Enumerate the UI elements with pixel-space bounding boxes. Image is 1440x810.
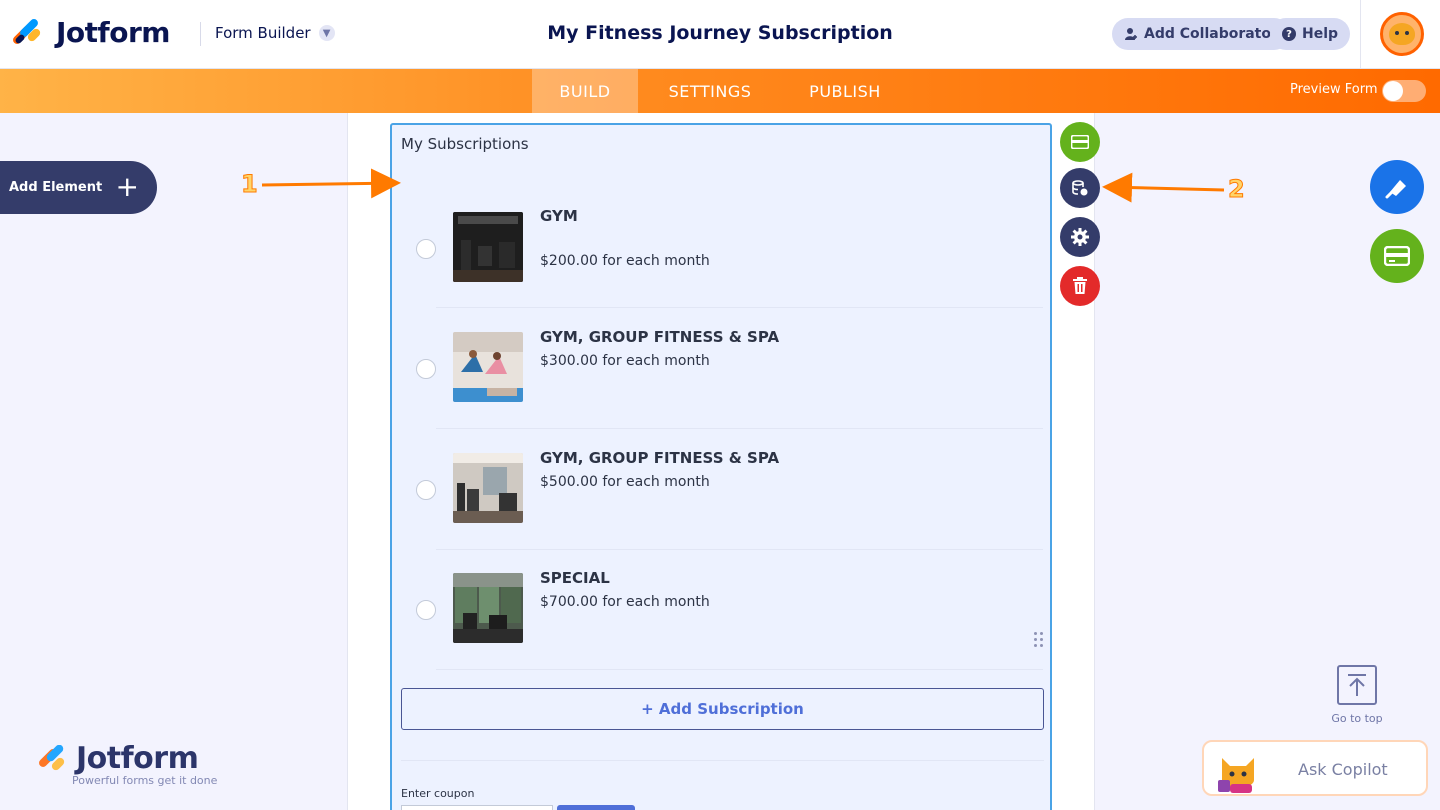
jotform-logo-icon xyxy=(11,16,46,48)
subscription-item[interactable]: GYM, GROUP FITNESS & SPA $500.00 for eac… xyxy=(416,430,1043,550)
subscription-radio[interactable] xyxy=(416,359,436,379)
logo-text: Jotform xyxy=(56,16,170,49)
builder-nav: BUILD SETTINGS PUBLISH Preview Form xyxy=(0,69,1440,113)
top-header: Jotform Form Builder ▼ My Fitness Journe… xyxy=(0,0,1440,69)
footer-tagline: Powerful forms get it done xyxy=(72,774,218,787)
gym-image xyxy=(453,212,523,282)
payment-settings-button[interactable] xyxy=(1060,122,1100,162)
subscription-item[interactable]: GYM $200.00 for each month xyxy=(416,188,1043,308)
subscription-name: GYM, GROUP FITNESS & SPA xyxy=(540,449,780,467)
tab-settings[interactable]: SETTINGS xyxy=(650,69,770,113)
preview-form-toggle[interactable] xyxy=(1382,80,1426,102)
subscription-price: $300.00 for each month xyxy=(540,353,710,369)
add-subscription-button[interactable]: + Add Subscription xyxy=(401,688,1044,730)
field-label[interactable]: My Subscriptions xyxy=(401,135,529,153)
subscription-radio[interactable] xyxy=(416,239,436,259)
payment-properties-button[interactable] xyxy=(1370,229,1424,283)
avatar[interactable] xyxy=(1380,12,1424,56)
form-builder-label: Form Builder xyxy=(215,24,311,42)
jotform-logo-icon xyxy=(39,745,65,771)
subscription-radio[interactable] xyxy=(416,480,436,500)
subscription-price: $700.00 for each month xyxy=(540,594,710,610)
subscriptions-field[interactable]: My Subscriptions GYM $200.00 for each mo… xyxy=(390,123,1052,810)
form-builder-dropdown[interactable]: Form Builder ▼ xyxy=(215,24,335,42)
group-fitness-image xyxy=(453,332,523,402)
field-divider xyxy=(401,760,1044,761)
delete-field-button[interactable] xyxy=(1060,266,1100,306)
annotation-number-2: 2 xyxy=(1228,175,1246,204)
footer-logo-text: Jotform xyxy=(76,741,199,776)
go-to-top-button[interactable]: Go to top xyxy=(1330,665,1384,725)
coupon-apply-button[interactable] xyxy=(557,805,635,810)
add-collaborator-button[interactable]: Add Collaborator xyxy=(1112,18,1290,50)
add-element-button[interactable]: Add Element + xyxy=(0,161,157,214)
jotform-logo[interactable]: Jotform xyxy=(11,16,170,49)
cat-avatar-icon xyxy=(1389,23,1415,45)
annotation-number-1: 1 xyxy=(241,170,259,199)
drag-handle-icon[interactable] xyxy=(1034,632,1046,648)
tab-publish[interactable]: PUBLISH xyxy=(790,69,900,113)
help-button[interactable]: ? Help xyxy=(1270,18,1351,50)
go-to-top-label: Go to top xyxy=(1331,712,1383,725)
subscription-name: GYM, GROUP FITNESS & SPA xyxy=(540,328,780,346)
subscription-item[interactable]: SPECIAL $700.00 for each month xyxy=(416,550,1043,670)
add-collaborator-label: Add Collaborator xyxy=(1144,26,1278,42)
arrow-up-icon xyxy=(1337,665,1377,705)
form-title[interactable]: My Fitness Journey Subscription xyxy=(547,22,893,44)
ask-copilot-button[interactable]: Ask Copilot xyxy=(1202,740,1428,796)
tab-build[interactable]: BUILD xyxy=(532,69,638,113)
subscription-name: SPECIAL xyxy=(540,569,610,587)
coupon-label: Enter coupon xyxy=(401,787,475,800)
trash-icon xyxy=(1073,277,1087,294)
avatar-divider xyxy=(1360,0,1361,69)
gear-icon xyxy=(1071,228,1089,246)
gym-interior-image xyxy=(453,453,523,523)
credit-card-icon xyxy=(1384,246,1410,266)
coupon-input[interactable] xyxy=(401,805,553,810)
subscription-price: $500.00 for each month xyxy=(540,474,710,490)
ask-copilot-label: Ask Copilot xyxy=(1298,760,1388,779)
add-user-icon xyxy=(1125,28,1137,40)
field-settings-button[interactable] xyxy=(1060,217,1100,257)
question-icon: ? xyxy=(1282,27,1296,41)
plus-icon: + xyxy=(115,170,139,203)
form-designer-button[interactable] xyxy=(1370,160,1424,214)
credit-card-icon xyxy=(1071,135,1089,149)
preview-form-label: Preview Form xyxy=(1290,82,1378,97)
paint-roller-icon xyxy=(1385,180,1406,199)
special-image xyxy=(453,573,523,643)
products-list-button[interactable] xyxy=(1060,168,1100,208)
database-icon xyxy=(1072,180,1088,196)
subscription-price: $200.00 for each month xyxy=(540,253,710,269)
subscription-radio[interactable] xyxy=(416,600,436,620)
help-label: Help xyxy=(1302,26,1339,42)
subscription-item[interactable]: GYM, GROUP FITNESS & SPA $300.00 for eac… xyxy=(416,309,1043,429)
header-divider xyxy=(200,22,201,46)
copilot-cat-icon xyxy=(1218,758,1254,793)
chevron-down-icon: ▼ xyxy=(318,25,335,41)
subscription-name: GYM xyxy=(540,207,578,225)
add-element-label: Add Element xyxy=(9,180,103,195)
